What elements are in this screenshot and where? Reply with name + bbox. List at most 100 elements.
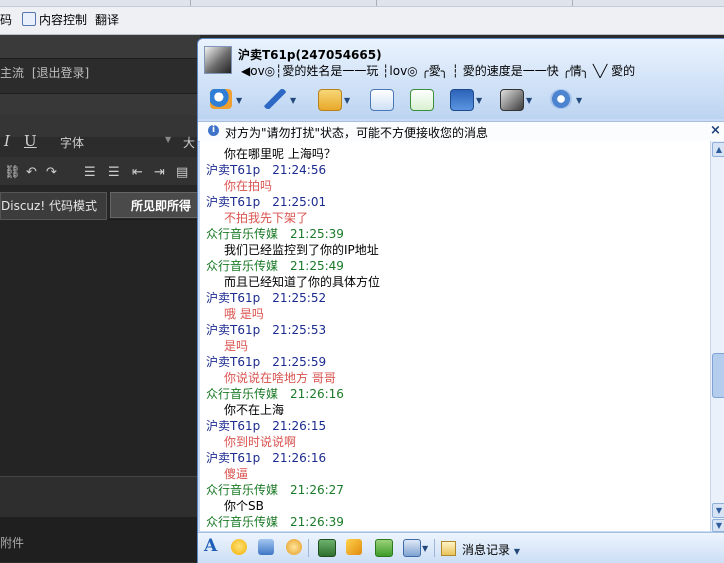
message-time: 21:25:52 <box>272 291 327 305</box>
message-text: 你个SB <box>224 499 264 513</box>
message-sender: 众行音乐传媒 <box>206 387 279 401</box>
scroll-up-icon[interactable]: ▲ <box>712 142 724 157</box>
chevron-down-icon: ▼ <box>476 96 483 105</box>
message-header: 沪卖T61p 21:25:59 <box>206 353 326 370</box>
gift-icon[interactable] <box>375 539 393 557</box>
message-text: 不管了 <box>224 529 260 531</box>
close-icon[interactable]: × <box>710 123 721 138</box>
message-header: 沪卖T61p 21:25:53 <box>206 321 326 338</box>
justify-icon[interactable]: ▤ <box>176 165 188 180</box>
message-time: 21:24:56 <box>272 163 327 177</box>
tab-wysiwyg-label: 所见即所得 <box>131 199 192 213</box>
redo-icon[interactable]: ↷ <box>46 165 57 180</box>
folder-icon <box>318 89 342 111</box>
voice-call-button[interactable]: ▼ <box>262 87 296 111</box>
forum-editor-background: 主流 [退出登录] I U 字体 ▼ 大 ⛓ ↶ ↷ ☰ ☰ ⇤ ⇥ ▤ Dis… <box>0 35 200 562</box>
info-icon: i <box>208 125 219 136</box>
scroll-thumb[interactable] <box>712 353 724 398</box>
emoticon-icon[interactable] <box>231 539 247 555</box>
message-header: 众行音乐传媒 21:25:49 <box>206 257 344 274</box>
message-sender: 沪卖T61p <box>206 355 261 369</box>
outdent-icon[interactable]: ⇤ <box>132 165 143 180</box>
avatar[interactable] <box>204 46 232 74</box>
chevron-down-icon: ▼ <box>576 96 583 105</box>
message-sender: 沪卖T61p <box>206 419 261 433</box>
user-bar: 主流 [退出登录] <box>0 64 89 81</box>
chat-scrollbar[interactable]: ▲ ▼ ▼ <box>710 141 724 532</box>
message-time: 21:26:27 <box>290 483 344 497</box>
chevron-down-icon[interactable]: ▼ <box>422 544 428 553</box>
message-text: 不拍我先下架了 <box>224 211 309 225</box>
editor-textarea[interactable] <box>0 220 200 476</box>
chevron-down-icon: ▼ <box>344 96 351 105</box>
toolbar-item-label: 内容控制 <box>39 13 88 27</box>
browser-tab-strip <box>0 0 724 7</box>
toolbar-item-label: 翻译 <box>95 13 120 27</box>
message-sender: 众行音乐传媒 <box>206 227 279 241</box>
magic-emoticon-icon[interactable] <box>258 539 274 555</box>
message-time: 21:25:01 <box>272 195 327 209</box>
attachments-label[interactable]: 附件 <box>0 534 24 551</box>
indent-icon[interactable]: ⇥ <box>154 165 165 180</box>
image-icon[interactable] <box>318 539 336 557</box>
history-button[interactable]: 消息记录 ▼ <box>462 541 520 558</box>
input-toolbar: A ▼ 消息记录 ▼ <box>198 532 724 563</box>
divider <box>434 539 435 557</box>
message-header: 沪卖T61p 21:25:01 <box>206 193 326 210</box>
remote-assist-button[interactable]: ▼ <box>448 87 482 111</box>
message-sender: 众行音乐传媒 <box>206 515 279 529</box>
undo-icon[interactable]: ↶ <box>26 165 37 180</box>
gear-icon <box>550 89 572 109</box>
remote-assist-icon <box>450 89 474 111</box>
message-time: 21:26:39 <box>290 515 344 529</box>
underline-button[interactable]: U <box>24 132 37 150</box>
message-sender: 众行音乐传媒 <box>206 483 279 497</box>
microphone-icon <box>264 89 286 109</box>
message-time: 21:25:53 <box>272 323 327 337</box>
scroll-down-icon[interactable]: ▼ <box>712 503 724 518</box>
history-icon <box>441 541 456 556</box>
apps-icon <box>500 89 524 111</box>
toolbar-item-content-control[interactable]: 内容控制 <box>22 11 87 28</box>
scroll-end-icon[interactable]: ▼ <box>712 519 724 532</box>
size-select[interactable]: 大 <box>183 134 195 151</box>
doodle-icon[interactable] <box>286 539 302 555</box>
add-friend-icon <box>410 89 434 111</box>
add-contact-button[interactable] <box>408 87 434 111</box>
font-select[interactable]: 字体 <box>60 134 84 151</box>
username-partial[interactable]: 主流 <box>0 66 24 80</box>
send-file-button[interactable]: ▼ <box>316 87 350 111</box>
message-time: 21:26:16 <box>272 451 327 465</box>
contact-signature: ◀ov◎┆愛的姓名是一一玩 ┆lov◎ ╭愛╮ ┆ 愛的速度是一一快 ╭情╮ ╲… <box>241 64 636 78</box>
unordered-list-icon[interactable]: ☰ <box>108 165 120 180</box>
link-icon[interactable]: ⛓ <box>4 165 21 180</box>
message-sender: 沪卖T61p <box>206 451 261 465</box>
message-header: 沪卖T61p 21:24:56 <box>206 161 326 178</box>
message-header: 众行音乐传媒 21:26:27 <box>206 481 344 498</box>
screenshot-icon[interactable] <box>346 539 362 555</box>
message-text: 而且已经知道了你的具体方位 <box>224 275 381 289</box>
qq-chat-window: 沪卖T61p(247054665) ◀ov◎┆愛的姓名是一一玩 ┆lov◎ ╭愛… <box>197 38 724 563</box>
tab-wysiwyg-mode[interactable]: 所见即所得 <box>110 192 200 218</box>
screen-capture-icon[interactable] <box>403 539 421 557</box>
tab-code-mode[interactable]: Discuz! 代码模式 <box>0 192 107 220</box>
browser-toolbar: 码 内容控制 翻译 <box>0 0 724 35</box>
send-sms-button[interactable] <box>368 87 394 111</box>
settings-button[interactable]: ▼ <box>548 87 582 111</box>
apps-button[interactable]: ▼ <box>498 87 532 111</box>
ordered-list-icon[interactable]: ☰ <box>84 165 96 180</box>
toolbar-item-code[interactable]: 码 <box>0 11 12 28</box>
italic-button[interactable]: I <box>4 132 10 150</box>
logout-link[interactable]: [退出登录] <box>32 66 89 80</box>
status-notice-text: 对方为"请勿打扰"状态，可能不方便接收您的消息 <box>225 126 489 140</box>
tab-separator <box>190 0 191 6</box>
message-header: 沪卖T61p 21:25:52 <box>206 289 326 306</box>
video-call-button[interactable]: ▼ <box>208 87 242 111</box>
divider <box>308 539 309 557</box>
message-time: 21:25:49 <box>290 259 344 273</box>
message-sender: 众行音乐传媒 <box>206 259 279 273</box>
message-sender: 沪卖T61p <box>206 195 261 209</box>
toolbar-item-translate[interactable]: 翻译 <box>95 11 119 28</box>
envelope-icon <box>370 89 394 111</box>
font-icon[interactable]: A <box>204 536 217 556</box>
